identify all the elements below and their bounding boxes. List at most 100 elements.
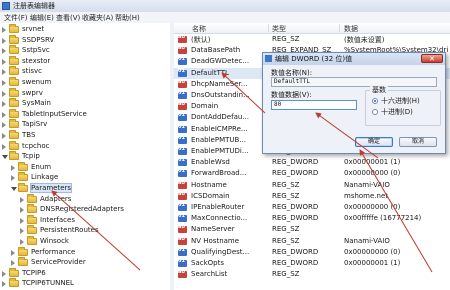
expand-arrow-icon[interactable] [2, 101, 6, 108]
hex-radio[interactable] [372, 98, 378, 104]
column-separator[interactable] [268, 24, 269, 32]
value-type-cell: REG_DWORD [272, 259, 319, 267]
list-row[interactable]: SackOpts REG_DWORD 0x00000001 (1) [174, 258, 450, 269]
column-type[interactable]: 类型 [272, 24, 286, 34]
tree-item[interactable]: srvnet [0, 24, 170, 35]
tree-item[interactable]: TCPIP6 [0, 267, 170, 279]
folder-icon [9, 87, 19, 97]
tree-item[interactable]: SSDPSRV [0, 34, 170, 46]
expand-arrow-icon[interactable] [2, 90, 6, 97]
dword-value-icon [178, 112, 187, 122]
value-name-cell: SearchList [191, 270, 228, 279]
registry-tree[interactable]: srvnet SSDPSRV SstpSvc stexstor stisvc swenum… [0, 23, 171, 290]
tree-item[interactable]: TCPIP6TUNNEL [0, 278, 170, 289]
tree-item-label: ServiceProvider [31, 258, 86, 267]
column-data[interactable]: 数据 [344, 24, 358, 34]
expand-arrow-icon[interactable] [2, 48, 6, 55]
expand-arrow-icon[interactable] [11, 164, 15, 171]
expand-arrow-icon[interactable] [2, 37, 6, 44]
list-row[interactable]: ICSDomain REG_SZ mshome.net [174, 191, 450, 202]
tree-item[interactable]: Linkage [0, 172, 170, 183]
dword-value-icon [178, 146, 187, 155]
expand-arrow-icon[interactable] [11, 260, 15, 267]
menu-help[interactable]: 帮助(H) [115, 13, 140, 23]
expand-arrow-icon[interactable] [20, 228, 24, 235]
dec-radio[interactable] [372, 109, 378, 115]
tree-item[interactable]: stisvc [0, 66, 170, 77]
expand-arrow-icon[interactable] [20, 196, 24, 203]
value-name-cell: Hostname [191, 180, 227, 189]
tree-item[interactable]: TBS [0, 130, 170, 141]
value-name-field[interactable]: DefaultTTL [271, 77, 437, 87]
menu-file[interactable]: 文件(F) [4, 13, 28, 23]
tree-item[interactable]: Adapters [0, 193, 170, 205]
tree-item[interactable]: Enum [0, 161, 170, 173]
dec-radio-label[interactable]: 十进制(D) [381, 107, 413, 117]
collapse-arrow-icon[interactable] [2, 155, 8, 160]
value-type-cell: REG_SZ [272, 225, 300, 234]
dialog-close-button[interactable]: ✕ [421, 54, 443, 63]
tree-item-label: Enum [31, 162, 52, 171]
list-row[interactable]: SearchList REG_SZ [174, 269, 450, 280]
tree-item[interactable]: TabletInputService [0, 108, 170, 120]
value-data-field[interactable]: 80 [271, 100, 357, 110]
tree-item[interactable]: Winsock [0, 236, 170, 247]
expand-arrow-icon[interactable] [2, 80, 6, 86]
tree-item[interactable]: SysMain [0, 98, 170, 109]
expand-arrow-icon[interactable] [2, 111, 6, 118]
expand-arrow-icon[interactable] [2, 69, 6, 76]
value-data-cell: Nanami-VAIO [344, 180, 390, 189]
tree-item[interactable]: SstpSvc [0, 45, 170, 56]
list-row[interactable]: QualifyingDest... REG_DWORD 0x00000000 (0) [174, 247, 450, 258]
base-group-label: 基数 [370, 85, 388, 95]
list-row[interactable]: ForwardBroad... REG_DWORD 0x00000000 (0) [174, 168, 450, 179]
tree-item[interactable]: Parameters [0, 183, 170, 194]
expand-arrow-icon[interactable] [2, 281, 6, 288]
tree-item[interactable]: swprv [0, 87, 170, 99]
tree-item[interactable]: Tcpip [0, 151, 170, 162]
tree-item-label: SysMain [22, 99, 51, 108]
dialog-title-bar[interactable]: 编辑 DWORD (32 位)值 ✕ [263, 53, 445, 65]
tree-item[interactable]: stexstor [0, 55, 170, 67]
tree-item-label: TapiSrv [22, 120, 48, 129]
expand-arrow-icon[interactable] [20, 239, 24, 245]
expand-arrow-icon[interactable] [2, 122, 6, 129]
hex-radio-label[interactable]: 十六进制(H) [381, 96, 420, 106]
expand-arrow-icon[interactable] [2, 133, 6, 139]
value-name-cell: SackOpts [191, 259, 224, 267]
menu-view[interactable]: 查看(V) [56, 13, 80, 23]
list-row[interactable]: (默认) REG_SZ (数值未设置) [174, 34, 450, 45]
expand-arrow-icon[interactable] [11, 175, 15, 182]
expand-arrow-icon[interactable] [20, 207, 24, 214]
list-row[interactable]: NameServer REG_SZ [174, 224, 450, 235]
tree-item[interactable]: tcpchoc [0, 140, 170, 152]
column-separator[interactable] [339, 24, 340, 32]
tree-item[interactable]: swenum [0, 77, 170, 88]
expand-arrow-icon[interactable] [11, 249, 15, 256]
expand-arrow-icon[interactable] [2, 58, 6, 65]
tree-item[interactable]: ServiceProvider [0, 257, 170, 268]
ok-button[interactable]: 确定 [355, 137, 393, 147]
expand-arrow-icon[interactable] [20, 217, 24, 224]
tree-item[interactable]: TapiSrv [0, 119, 170, 130]
collapse-arrow-icon[interactable] [11, 187, 17, 191]
cancel-button[interactable]: 取消 [399, 137, 437, 147]
list-row[interactable]: Hostname REG_SZ Nanami-VAIO [174, 180, 450, 191]
tree-item[interactable]: Performance [0, 246, 170, 258]
list-row[interactable]: MaxConnectio... REG_DWORD 0x00fffffe (1677… [174, 213, 450, 224]
value-data-cell: 0x00000001 (1) [344, 158, 401, 167]
expand-arrow-icon[interactable] [2, 27, 6, 33]
list-row[interactable]: EnableWsd REG_DWORD 0x00000001 (1) [174, 157, 450, 168]
value-type-cell: REG_DWORD [272, 158, 319, 167]
menu-favorites[interactable]: 收藏夹(A) [82, 13, 113, 23]
list-row[interactable]: IPEnableRouter REG_DWORD 0x00000000 (0) [174, 202, 450, 213]
expand-arrow-icon[interactable] [2, 270, 6, 277]
menu-edit[interactable]: 编辑(E) [30, 13, 54, 23]
tree-item[interactable]: PersistentRoutes [0, 225, 170, 236]
list-row[interactable]: NV Hostname REG_SZ Nanami-VAIO [174, 236, 450, 247]
tree-item-label: swprv [22, 88, 43, 97]
tree-item[interactable]: DNSRegisteredAdapters [0, 204, 170, 215]
column-name[interactable]: 名称 [192, 24, 206, 34]
expand-arrow-icon[interactable] [2, 143, 6, 150]
tree-item[interactable]: Interfaces [0, 214, 170, 226]
